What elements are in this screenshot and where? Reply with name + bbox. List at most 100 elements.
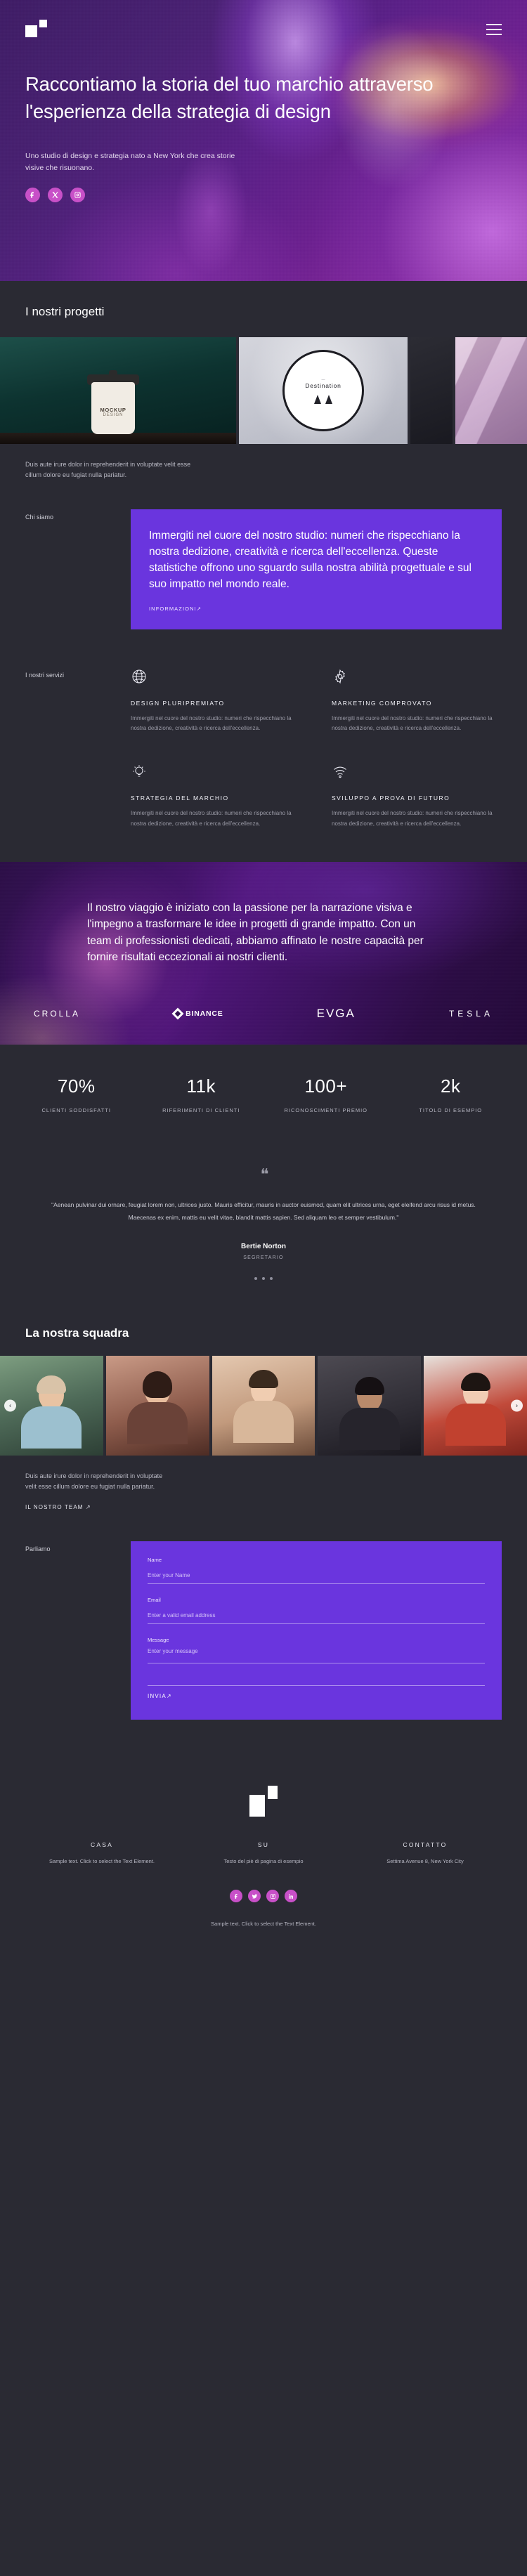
- service-item-development[interactable]: SVILUPPO A PROVA DI FUTURO Immergiti nel…: [332, 762, 502, 830]
- message-input[interactable]: [148, 1648, 485, 1664]
- portrait-torso: [233, 1400, 294, 1443]
- footer-column-title[interactable]: CONTATTO: [344, 1841, 506, 1848]
- pagination-dot[interactable]: [270, 1276, 273, 1280]
- binance-diamond-icon: [171, 1007, 184, 1020]
- stat-label: TITOLO DI ESEMPIO: [419, 1106, 483, 1113]
- portrait-hair: [460, 1372, 490, 1391]
- journey-text: Il nostro viaggio è iniziato con la pass…: [87, 901, 424, 964]
- stat-item: 2k TITOLO DI ESEMPIO: [389, 1075, 514, 1113]
- menu-line-1: [486, 24, 502, 25]
- projects-note: Duis aute irure dolor in reprehenderit i…: [25, 461, 191, 479]
- portrait-hair: [37, 1375, 67, 1394]
- service-item-strategy[interactable]: STRATEGIA DEL MARCHIO Immergiti nel cuor…: [131, 762, 301, 830]
- team-heading: La nostra squadra: [25, 1326, 129, 1340]
- cup-label: MOCKUP DESIGN: [87, 407, 139, 417]
- service-title: MARKETING COMPROVATO: [332, 699, 432, 707]
- hamburger-menu-icon[interactable]: [486, 24, 502, 35]
- team-photo-2[interactable]: [105, 1355, 209, 1456]
- about-info-link[interactable]: INFORMAZIONI↗: [149, 606, 202, 612]
- service-item-design[interactable]: DESIGN PLURIPREMIATO Immergiti nel cuore…: [131, 667, 301, 735]
- team-photo-4[interactable]: [318, 1355, 422, 1456]
- footer-column-contatto: CONTATTO Settima Avenue 8, New York City: [344, 1841, 506, 1866]
- service-desc: Immergiti nel cuore del nostro studio: n…: [332, 810, 493, 827]
- message-field-label: Message: [148, 1637, 169, 1644]
- stat-item: 11k RIFERIMENTI DI CLIENTI: [139, 1075, 264, 1113]
- stat-value: 70%: [57, 1075, 96, 1097]
- evga-logo[interactable]: EVGA: [317, 1007, 356, 1021]
- service-title: SVILUPPO A PROVA DI FUTURO: [332, 795, 450, 802]
- service-desc: Immergiti nel cuore del nostro studio: n…: [131, 714, 292, 732]
- twitter-icon[interactable]: [248, 1890, 261, 1903]
- stat-label: RIFERIMENTI DI CLIENTI: [162, 1106, 240, 1113]
- footer-column-title[interactable]: SU: [183, 1841, 344, 1848]
- name-field-group: Name: [148, 1557, 485, 1585]
- team-section: La nostra squadra ‹ › Duis aute irure do…: [0, 1307, 527, 1542]
- footer-column-desc: Settima Avenue 8, New York City: [386, 1858, 464, 1865]
- facebook-icon[interactable]: [25, 187, 40, 202]
- coffee-cup-photo[interactable]: MOCKUP DESIGN: [0, 337, 236, 444]
- hero-subtitle: Uno studio di design e strategia nato a …: [25, 152, 235, 173]
- portrait-figure: [21, 1375, 82, 1449]
- journey-section: Il nostro viaggio è iniziato con la pass…: [0, 861, 527, 1045]
- footer-column-title[interactable]: CASA: [21, 1841, 183, 1848]
- hero-social-links: [25, 187, 502, 202]
- binance-logo[interactable]: BINANCE: [171, 1007, 223, 1020]
- testimonial-author-name: Bertie Norton: [241, 1242, 286, 1250]
- tesla-logo[interactable]: TESLA: [449, 1009, 493, 1019]
- menu-line-2: [486, 29, 502, 30]
- testimonial-pagination-dots[interactable]: [49, 1276, 478, 1280]
- footer-column-su: SU Testo del piè di pagina di esempio: [183, 1841, 344, 1866]
- tree-icon-2: [325, 395, 332, 404]
- wifi-signal-icon: [332, 762, 502, 780]
- stat-value: 100+: [304, 1075, 348, 1097]
- instagram-icon[interactable]: [70, 187, 85, 202]
- portrait-torso: [21, 1406, 82, 1449]
- submit-button[interactable]: INVIA↗: [148, 1685, 485, 1699]
- cup-brand-text: MOCKUP: [100, 407, 126, 413]
- stat-label: RICONOSCIMENTI PREMIO: [284, 1106, 367, 1113]
- projects-gallery: MOCKUP DESIGN — Destination: [0, 337, 527, 444]
- linkedin-icon[interactable]: [285, 1890, 297, 1903]
- footer-logo-square-large: [249, 1795, 265, 1817]
- dark-sliver-photo[interactable]: [410, 337, 453, 444]
- arrow-up-right-icon: ↗: [85, 1504, 91, 1511]
- chevron-left-icon[interactable]: ‹: [4, 1399, 16, 1412]
- about-info-link-label: INFORMAZIONI: [149, 605, 197, 612]
- crolla-logo[interactable]: CROLLA: [34, 1009, 80, 1019]
- about-body-text: Immergiti nel cuore del nostro studio: n…: [149, 529, 471, 591]
- x-twitter-icon[interactable]: [48, 187, 63, 202]
- sign-tree-icons: [314, 395, 332, 404]
- client-logos-row: CROLLA BINANCE EVGA TESLA: [0, 966, 527, 1045]
- team-link[interactable]: IL NOSTRO TEAM ↗: [25, 1504, 91, 1510]
- email-input[interactable]: [148, 1612, 485, 1625]
- submit-button-label: INVIA: [148, 1693, 167, 1700]
- tesla-logo-label: TESLA: [448, 1008, 493, 1019]
- footer-logo-mark[interactable]: [249, 1786, 278, 1817]
- about-label: Chi siamo: [25, 513, 54, 521]
- portrait-figure: [127, 1371, 188, 1444]
- footer-column-casa: CASA Sample text. Click to select the Te…: [21, 1841, 183, 1866]
- chevron-right-icon[interactable]: ›: [511, 1399, 523, 1412]
- pagination-dot[interactable]: [254, 1276, 257, 1280]
- portrait-torso: [445, 1403, 506, 1446]
- studio-logo-mark[interactable]: [25, 20, 49, 38]
- testimonial-author-role: SEGRETARIO: [243, 1255, 284, 1260]
- service-item-marketing[interactable]: MARKETING COMPROVATO Immergiti nel cuore…: [332, 667, 502, 735]
- globe-icon: [131, 667, 301, 686]
- tree-icon-1: [314, 395, 321, 404]
- contact-form-card: Name Email Message INVIA↗: [131, 1541, 502, 1720]
- hero-section: Raccontiamo la storia del tuo marchio at…: [0, 0, 527, 281]
- name-input[interactable]: [148, 1572, 485, 1585]
- instagram-icon[interactable]: [266, 1890, 279, 1903]
- facebook-icon[interactable]: [230, 1890, 242, 1903]
- pagination-dot[interactable]: [262, 1276, 265, 1280]
- services-label: I nostri servizi: [25, 671, 65, 679]
- pink-fabric-photo[interactable]: [455, 337, 527, 444]
- portrait-figure: [233, 1369, 294, 1443]
- arrow-up-right-icon: ↗: [166, 1693, 172, 1700]
- team-photo-3[interactable]: [212, 1355, 315, 1456]
- destination-sign-photo[interactable]: — Destination: [239, 337, 408, 444]
- email-field-group: Email: [148, 1597, 485, 1625]
- service-title: DESIGN PLURIPREMIATO: [131, 699, 225, 707]
- team-note: Duis aute irure dolor in reprehenderit i…: [25, 1472, 163, 1491]
